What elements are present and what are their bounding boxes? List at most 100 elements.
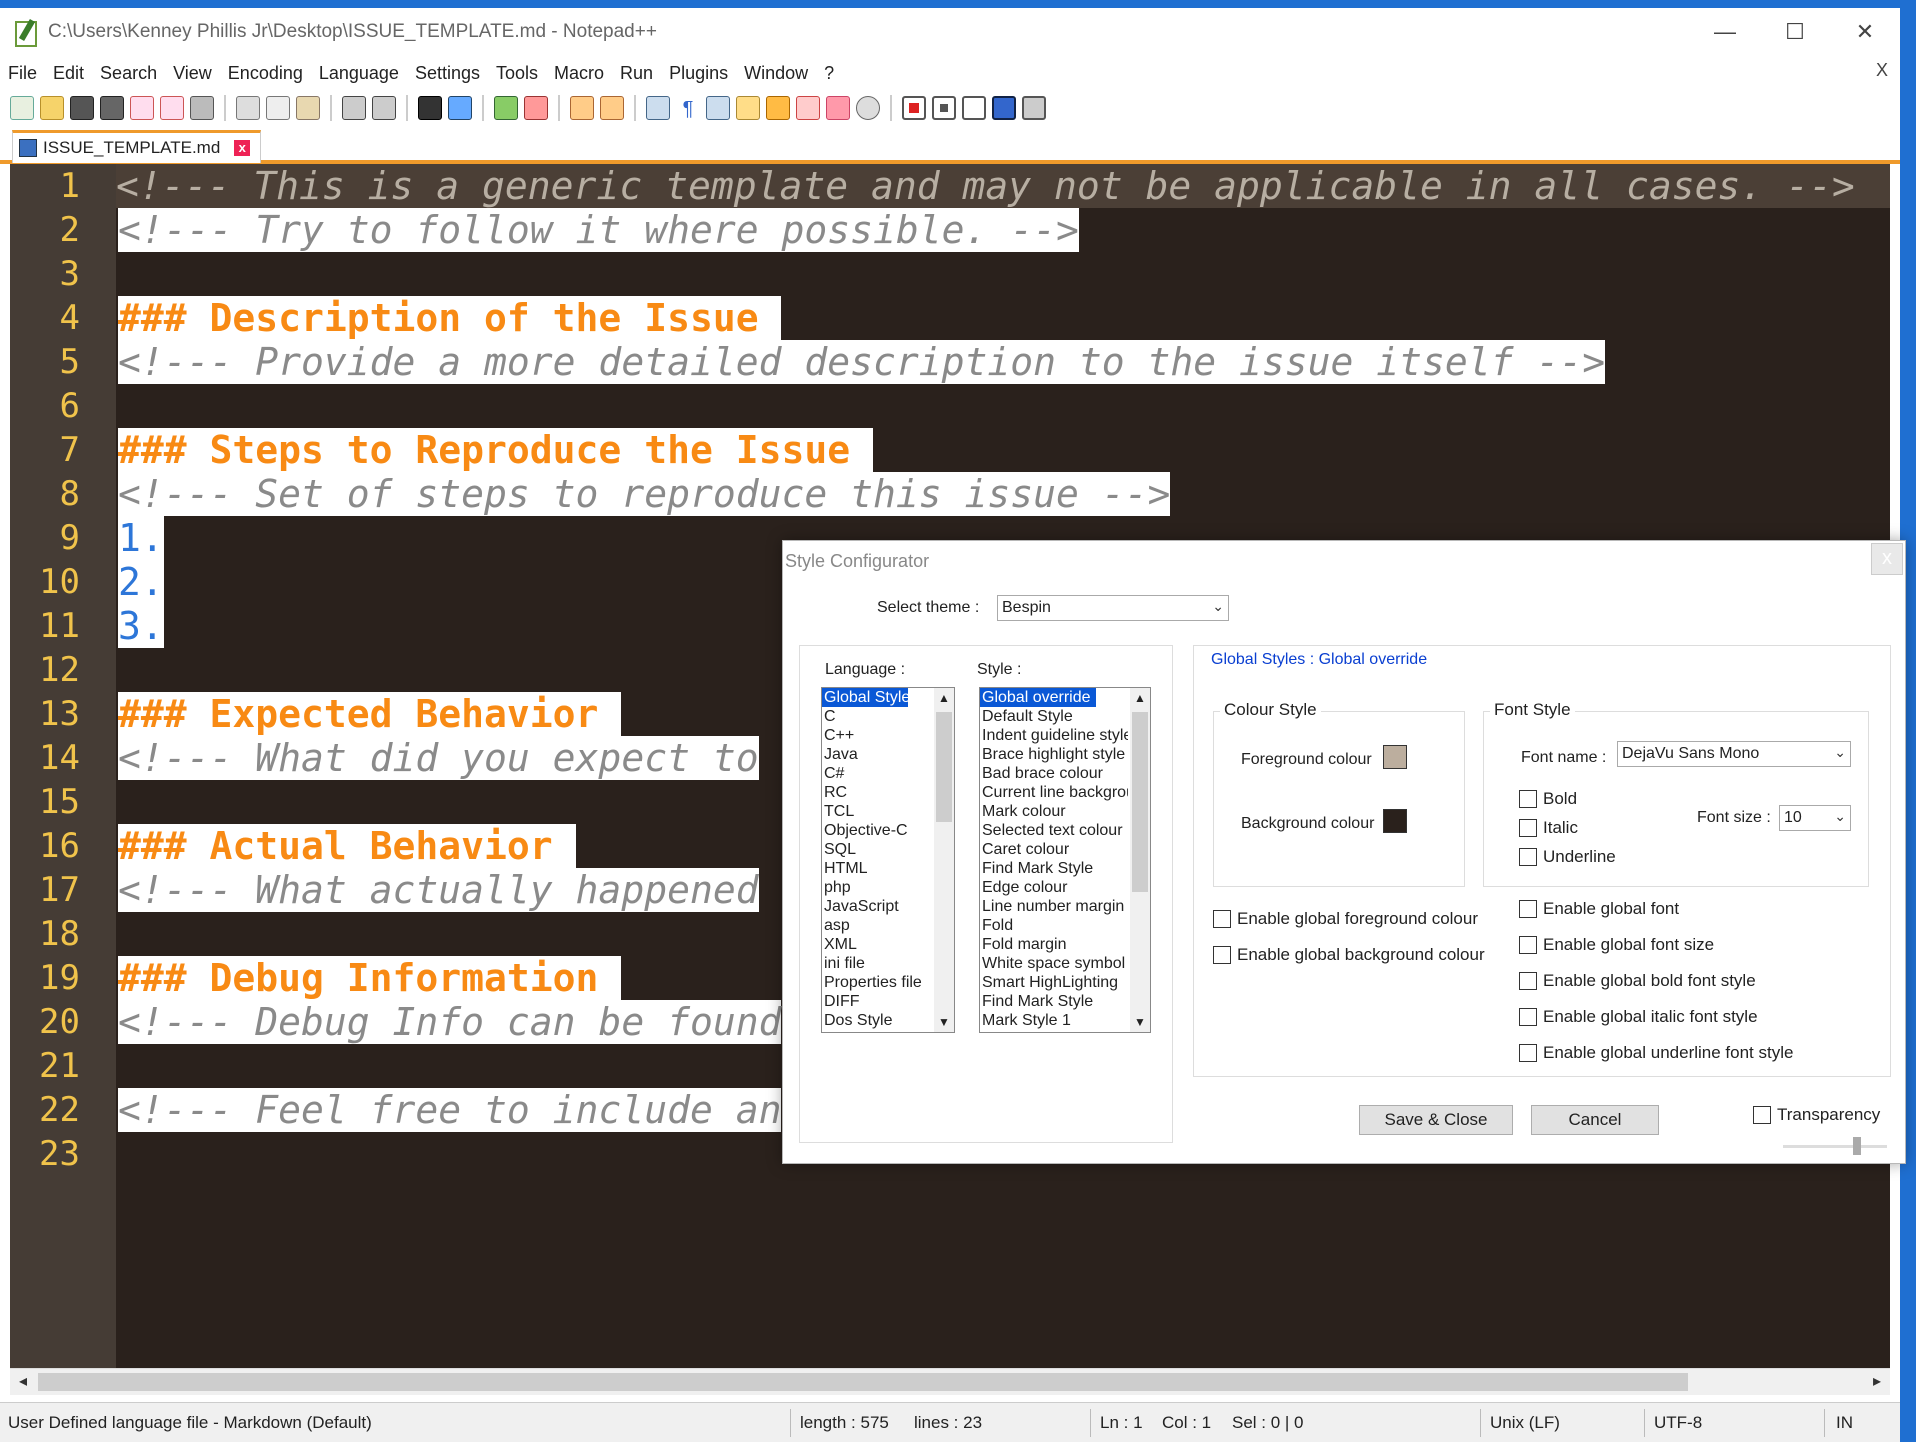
cut-icon[interactable] [236, 96, 260, 120]
style-list-item[interactable]: Find Mark Style [980, 859, 1128, 878]
menu-view[interactable]: View [165, 63, 220, 84]
undo-icon[interactable] [342, 96, 366, 120]
bold-checkbox[interactable]: Bold [1519, 789, 1577, 809]
style-list-item[interactable]: Mark Style 1 [980, 1011, 1128, 1030]
run-macro-multiple-icon[interactable] [992, 96, 1016, 120]
style-list-item[interactable]: Indent guideline style [980, 726, 1128, 745]
foreground-colour-swatch[interactable] [1383, 745, 1407, 769]
document-map-icon[interactable] [766, 96, 790, 120]
dialog-close-icon[interactable]: x [1871, 543, 1903, 575]
menu-search[interactable]: Search [92, 63, 165, 84]
zoom-in-icon[interactable] [494, 96, 518, 120]
show-all-characters-icon[interactable]: ¶ [676, 96, 700, 120]
style-list-item[interactable]: Find Mark Style [980, 992, 1128, 1011]
style-list-item[interactable]: Fold [980, 916, 1128, 935]
enable-global-foreground-checkbox[interactable]: Enable global foreground colour [1213, 909, 1478, 929]
style-list-item[interactable]: Edge colour [980, 878, 1128, 897]
font-name-select[interactable]: DejaVu Sans Mono ⌄ [1617, 741, 1851, 767]
save-close-button[interactable]: Save & Close [1359, 1105, 1513, 1135]
transparency-slider-thumb[interactable] [1853, 1137, 1861, 1155]
close-button[interactable]: ✕ [1830, 8, 1900, 56]
save-all-icon[interactable] [100, 96, 124, 120]
save-macro-icon[interactable] [1022, 96, 1046, 120]
print-icon[interactable] [190, 96, 214, 120]
style-list-item[interactable]: Default Style [980, 707, 1128, 726]
menu-settings[interactable]: Settings [407, 63, 488, 84]
record-macro-icon[interactable] [902, 96, 926, 120]
open-file-icon[interactable] [40, 96, 64, 120]
style-list-item[interactable]: Selected text colour [980, 821, 1128, 840]
language-list[interactable]: Global StylesCC++JavaC#RCTCLObjective-CS… [821, 687, 955, 1033]
close-document-x[interactable]: X [1876, 60, 1888, 81]
style-list-item[interactable]: Bad brace colour [980, 764, 1128, 783]
style-list-item[interactable]: Smart HighLighting [980, 973, 1128, 992]
tab-close-icon[interactable]: x [234, 140, 251, 156]
enable-global-font-checkbox[interactable]: Enable global font [1519, 899, 1679, 919]
user-defined-language-icon[interactable] [736, 96, 760, 120]
close-all-icon[interactable] [160, 96, 184, 120]
menu-plugins[interactable]: Plugins [661, 63, 736, 84]
replace-icon[interactable] [448, 96, 472, 120]
menu-window[interactable]: Window [736, 63, 816, 84]
menu-file[interactable]: File [0, 63, 45, 84]
style-list-scrollbar[interactable]: ▲ ▼ [1130, 688, 1150, 1032]
menu-run[interactable]: Run [612, 63, 661, 84]
sync-vertical-icon[interactable] [570, 96, 594, 120]
word-wrap-icon[interactable] [646, 96, 670, 120]
enable-global-background-checkbox[interactable]: Enable global background colour [1213, 945, 1485, 965]
scrollbar-thumb[interactable] [38, 1373, 1688, 1391]
scroll-right-icon[interactable]: ▸ [1864, 1369, 1890, 1395]
style-list-item[interactable]: Global override [980, 688, 1096, 707]
redo-icon[interactable] [372, 96, 396, 120]
style-list-item[interactable]: Fold margin [980, 935, 1128, 954]
tab-issue-template[interactable]: ISSUE_TEMPLATE.md x [12, 130, 262, 163]
stop-recording-icon[interactable] [932, 96, 956, 120]
menu-edit[interactable]: Edit [45, 63, 92, 84]
transparency-checkbox[interactable]: Transparency [1753, 1105, 1880, 1125]
find-icon[interactable] [418, 96, 442, 120]
menu-language[interactable]: Language [311, 63, 407, 84]
menu-help[interactable]: ? [816, 63, 842, 84]
enable-global-underline-checkbox[interactable]: Enable global underline font style [1519, 1043, 1793, 1063]
close-file-icon[interactable] [130, 96, 154, 120]
style-list-item[interactable]: Line number margin [980, 897, 1128, 916]
scroll-left-icon[interactable]: ◂ [10, 1369, 36, 1395]
scroll-down-icon[interactable]: ▼ [1130, 1012, 1150, 1032]
italic-checkbox[interactable]: Italic [1519, 818, 1578, 838]
theme-select[interactable]: Bespin ⌄ [997, 595, 1229, 621]
scrollbar-thumb[interactable] [1132, 712, 1148, 892]
indent-guide-icon[interactable] [706, 96, 730, 120]
menu-macro[interactable]: Macro [546, 63, 612, 84]
enable-global-bold-checkbox[interactable]: Enable global bold font style [1519, 971, 1756, 991]
cancel-button[interactable]: Cancel [1531, 1105, 1659, 1135]
folder-as-workspace-icon[interactable] [826, 96, 850, 120]
language-list-scrollbar[interactable]: ▲ ▼ [934, 688, 954, 1032]
sync-horizontal-icon[interactable] [600, 96, 624, 120]
copy-icon[interactable] [266, 96, 290, 120]
background-colour-swatch[interactable] [1383, 809, 1407, 833]
monitoring-eye-icon[interactable] [856, 96, 880, 120]
function-list-icon[interactable] [796, 96, 820, 120]
enable-global-font-size-checkbox[interactable]: Enable global font size [1519, 935, 1714, 955]
new-file-icon[interactable] [10, 96, 34, 120]
underline-checkbox[interactable]: Underline [1519, 847, 1616, 867]
style-list-item[interactable]: Brace highlight style [980, 745, 1128, 764]
maximize-button[interactable]: ☐ [1760, 8, 1830, 56]
paste-icon[interactable] [296, 96, 320, 120]
horizontal-scrollbar[interactable]: ◂ ▸ [10, 1368, 1890, 1395]
style-list-item[interactable]: Current line background colour [980, 783, 1128, 802]
zoom-out-icon[interactable] [524, 96, 548, 120]
minimize-button[interactable]: — [1690, 8, 1760, 56]
style-list-item[interactable]: Mark colour [980, 802, 1128, 821]
style-list-item[interactable]: White space symbol [980, 954, 1128, 973]
font-size-select[interactable]: 10 ⌄ [1779, 805, 1851, 831]
style-list[interactable]: Global override Default Style Indent guide… [979, 687, 1151, 1033]
enable-global-italic-checkbox[interactable]: Enable global italic font style [1519, 1007, 1758, 1027]
scroll-up-icon[interactable]: ▲ [1130, 688, 1150, 708]
scroll-down-icon[interactable]: ▼ [934, 1012, 954, 1032]
playback-macro-icon[interactable] [962, 96, 986, 120]
transparency-slider-track[interactable] [1783, 1145, 1887, 1148]
style-list-item[interactable]: Caret colour [980, 840, 1128, 859]
scrollbar-thumb[interactable] [936, 712, 952, 822]
menu-encoding[interactable]: Encoding [220, 63, 311, 84]
